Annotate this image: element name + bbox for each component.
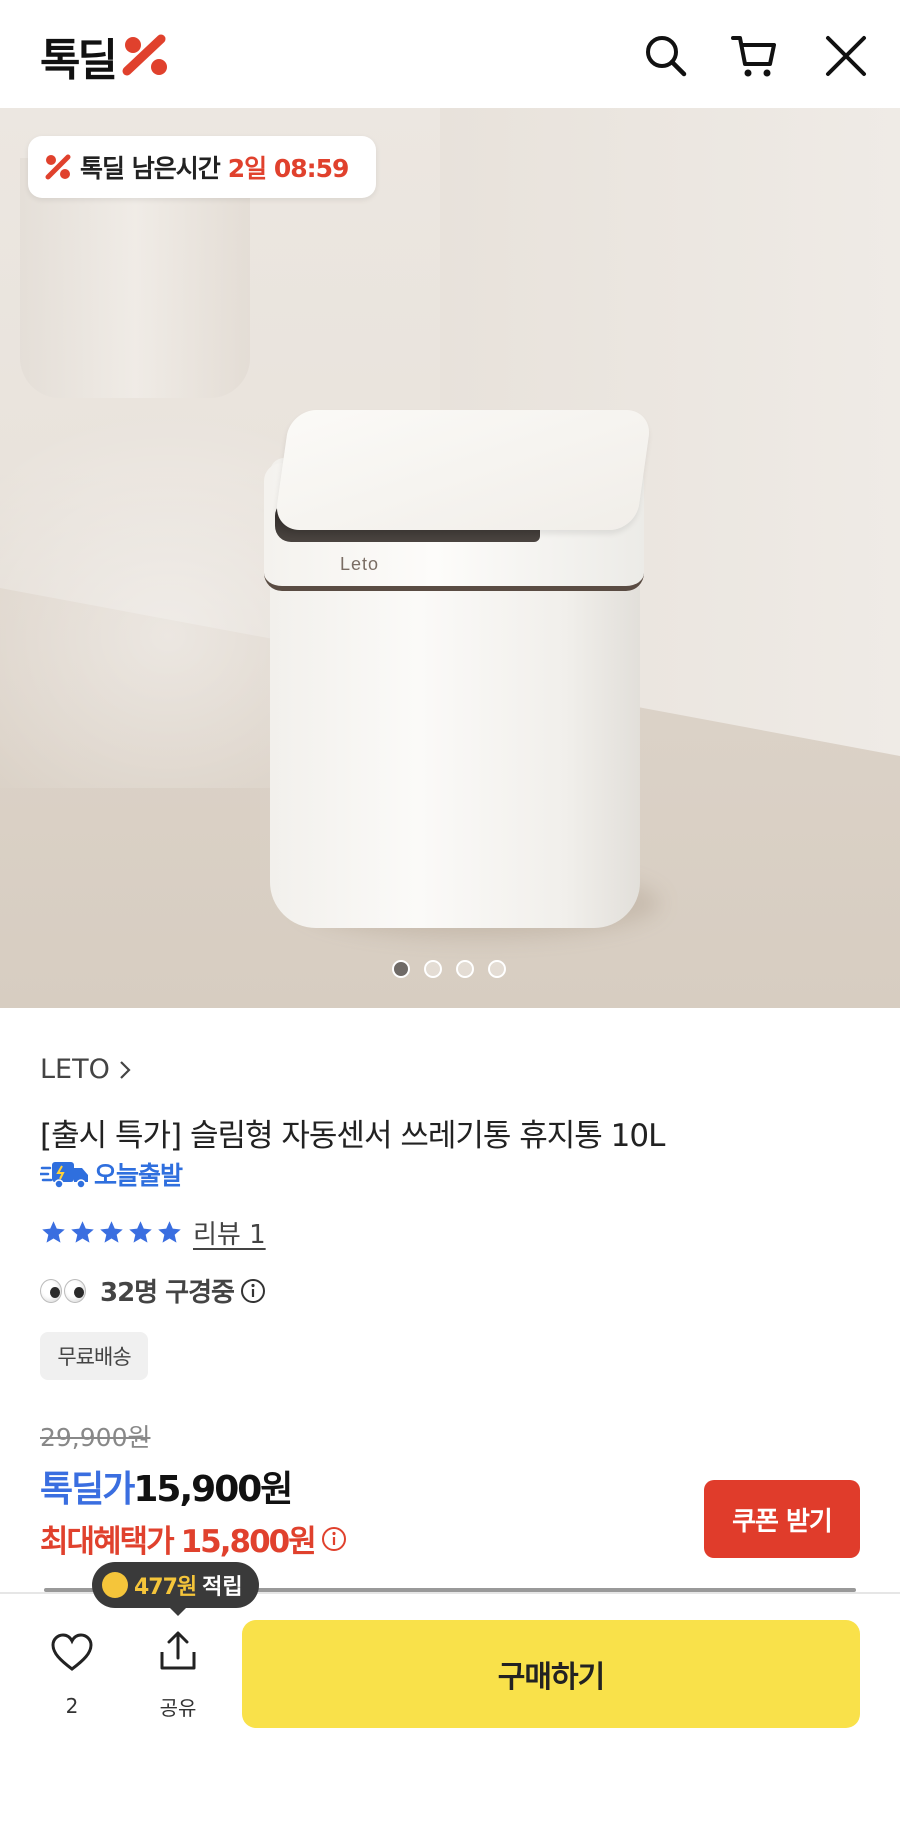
like-count: 2	[65, 1694, 79, 1718]
max-benefit-price: 15,800원	[180, 1524, 317, 1560]
carousel-dot-3[interactable]	[456, 960, 474, 978]
talkdeal-logo[interactable]: 톡딜	[40, 30, 171, 86]
info-icon[interactable]	[321, 1526, 347, 1552]
star-icon	[129, 1221, 152, 1243]
ship-today-label: 오늘출발	[94, 1161, 183, 1190]
share-icon	[160, 1631, 196, 1670]
points-suffix: 적립	[202, 1575, 243, 1600]
cart-icon[interactable]	[730, 32, 778, 80]
viewers-text: 32명 구경중	[100, 1278, 235, 1308]
deal-price-label: 톡딜가	[40, 1469, 135, 1510]
viewers-count: 32명 구경중	[40, 1272, 266, 1309]
eyes-icon	[40, 1278, 86, 1303]
share-label: 공유	[159, 1696, 197, 1720]
star-icon	[158, 1221, 181, 1243]
product-image[interactable]: Leto	[0, 108, 900, 1008]
deal-price-value: 15,900원	[133, 1469, 293, 1510]
timer-value: 2일 08:59	[227, 154, 350, 183]
deal-price-row: 톡딜가 15,900원	[40, 1460, 293, 1512]
like-button[interactable]: 2	[44, 1632, 100, 1732]
logo-text: 톡딜	[40, 35, 118, 86]
product-title: [출시 특가] 슬림형 자동센서 쓰레기통 휴지통 10L	[40, 1118, 665, 1154]
close-icon[interactable]	[822, 32, 870, 80]
carousel-indicator	[392, 960, 506, 978]
chevron-right-icon	[120, 1060, 131, 1079]
heart-icon	[51, 1633, 93, 1671]
star-icon	[100, 1221, 123, 1243]
info-icon[interactable]	[240, 1278, 266, 1304]
fast-truck-icon	[40, 1162, 88, 1189]
star-icon	[71, 1221, 94, 1243]
brand-link[interactable]: LETO	[40, 1054, 132, 1085]
brand-name: LETO	[40, 1054, 110, 1085]
points-amount: 477원	[134, 1575, 197, 1600]
top-header: 톡딜	[0, 0, 900, 108]
buy-button[interactable]: 구매하기	[242, 1620, 860, 1728]
carousel-dot-2[interactable]	[424, 960, 442, 978]
product-brand-mark: Leto	[340, 554, 380, 574]
rating-row: 리뷰 1	[40, 1214, 266, 1251]
carousel-dot-4[interactable]	[488, 960, 506, 978]
coin-icon	[102, 1572, 128, 1598]
rating-stars	[40, 1219, 183, 1246]
percent-logo-icon	[122, 34, 167, 76]
timer-label: 톡딜 남은시간	[80, 154, 221, 183]
search-icon[interactable]	[642, 32, 690, 80]
ship-today-badge: 오늘출발	[40, 1156, 183, 1192]
trash-bin-lid	[273, 410, 653, 530]
max-benefit-row: 최대혜택가 15,800원	[40, 1516, 347, 1561]
points-tooltip: 477원 적립	[92, 1562, 259, 1608]
star-icon	[42, 1221, 65, 1243]
original-price: 29,900원	[40, 1423, 151, 1452]
max-benefit-label: 최대혜택가	[40, 1524, 175, 1560]
review-link[interactable]: 리뷰 1	[193, 1214, 266, 1251]
free-shipping-tag: 무료배송	[40, 1332, 148, 1380]
deal-timer-badge: 톡딜 남은시간 2일 08:59	[28, 136, 376, 198]
carousel-dot-1[interactable]	[392, 960, 410, 978]
percent-icon	[45, 154, 71, 180]
coupon-button[interactable]: 쿠폰 받기	[704, 1480, 860, 1558]
share-button[interactable]: 공유	[150, 1630, 206, 1730]
